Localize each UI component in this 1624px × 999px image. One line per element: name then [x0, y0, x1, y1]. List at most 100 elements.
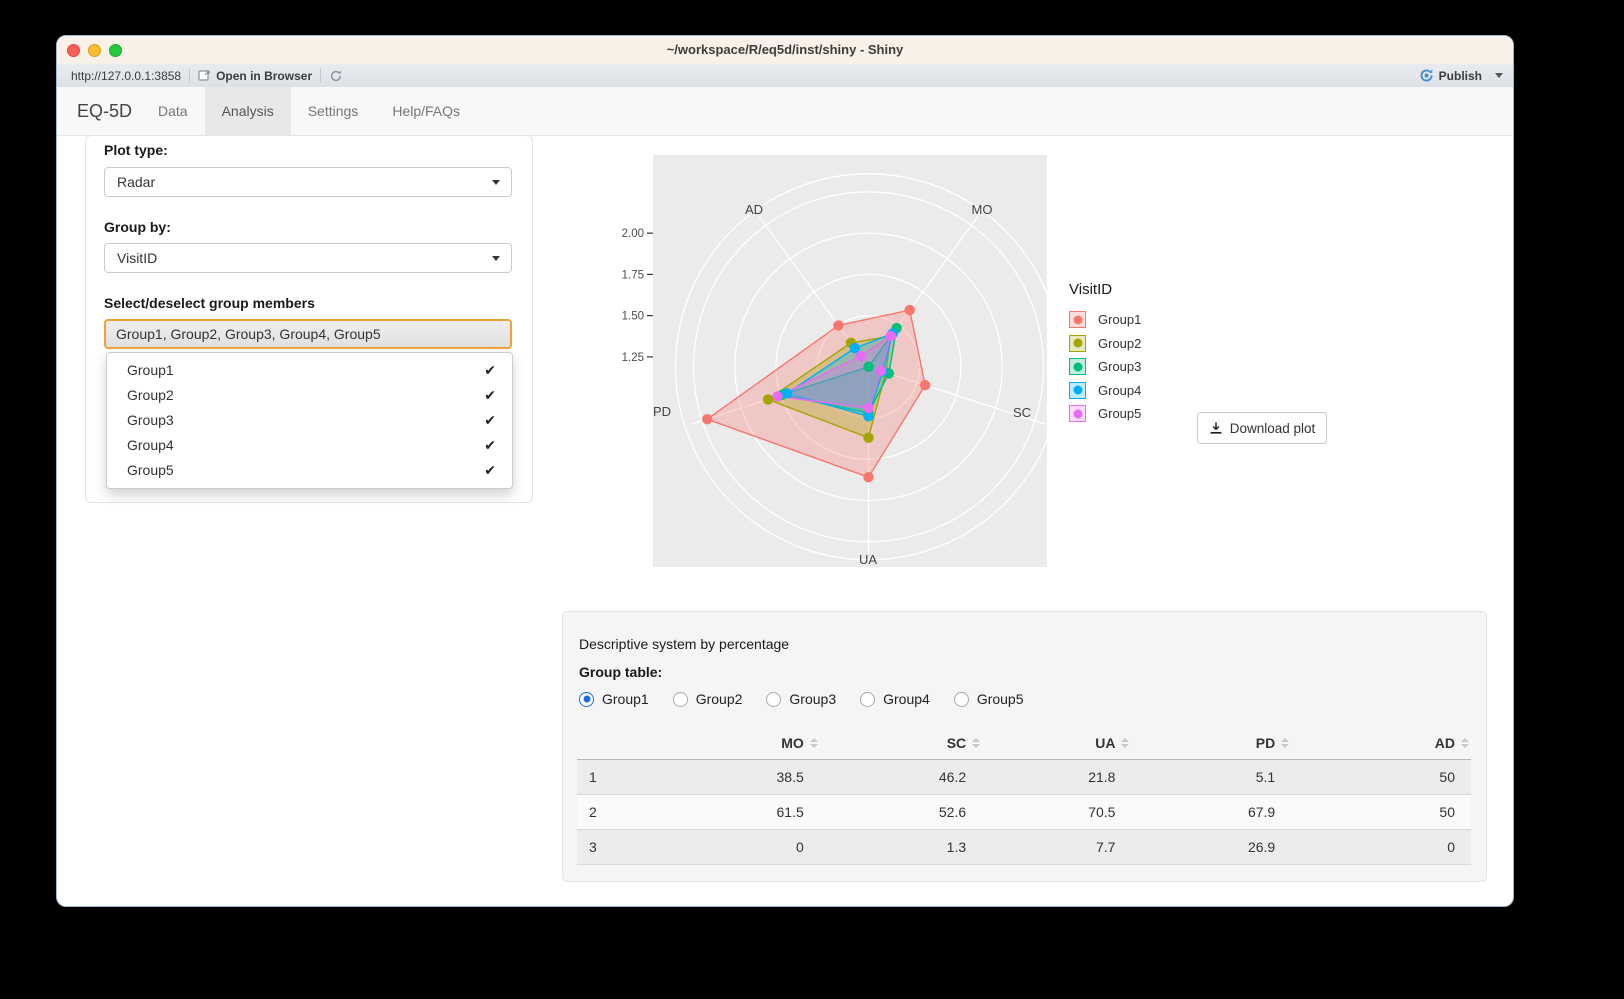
svg-text:1.50: 1.50 [622, 311, 644, 323]
axis-label-pd: PD [653, 404, 671, 419]
col-header-sc[interactable]: SC [820, 727, 982, 760]
legend-item: Group1 [1069, 308, 1141, 332]
radar-point [863, 433, 873, 443]
window-titlebar: ~/workspace/R/eq5d/inst/shiny - Shiny [57, 36, 1513, 65]
group-table-label: Group table: [579, 664, 662, 680]
sort-arrows-icon[interactable] [972, 738, 980, 750]
download-plot-button[interactable]: Download plot [1197, 412, 1327, 444]
plot-type-value: Radar [117, 174, 155, 190]
window-title: ~/workspace/R/eq5d/inst/shiny - Shiny [57, 36, 1513, 64]
dropdown-option-group2[interactable]: Group2✔ [107, 383, 512, 408]
download-icon [1209, 421, 1223, 435]
table-cell: 5.1 [1131, 760, 1291, 795]
sort-arrows-icon[interactable] [1281, 738, 1289, 750]
group-radio-row: Group1 Group2 Group3 Group4 Group5 [579, 691, 1048, 707]
col-header-pd[interactable]: PD [1131, 727, 1291, 760]
tab-data[interactable]: Data [141, 87, 205, 135]
table-cell: 26.9 [1131, 830, 1291, 865]
legend-item: Group3 [1069, 355, 1141, 379]
dropdown-option-group4[interactable]: Group4✔ [107, 433, 512, 458]
svg-text:2.00: 2.00 [622, 228, 644, 240]
group-by-value: VisitID [117, 250, 157, 266]
radio-group1[interactable]: Group1 [579, 691, 649, 707]
row-name-cell: 1 [577, 760, 630, 795]
plot-type-label: Plot type: [104, 142, 168, 158]
radar-point [772, 391, 782, 401]
group-by-select[interactable]: VisitID [104, 243, 512, 273]
radio-circle-icon[interactable] [673, 692, 688, 707]
plot-type-select[interactable]: Radar [104, 167, 512, 197]
table-cell: 67.9 [1131, 795, 1291, 830]
radio-group2[interactable]: Group2 [673, 691, 743, 707]
axis-label-sc: SC [1013, 405, 1031, 420]
radar-point [763, 394, 773, 404]
table-row: 261.552.670.567.950 [577, 795, 1471, 830]
svg-text:1.25: 1.25 [622, 352, 644, 364]
radar-point [702, 414, 712, 424]
radio-circle-icon[interactable] [954, 692, 969, 707]
legend-title: VisitID [1069, 281, 1141, 298]
radio-group5[interactable]: Group5 [954, 691, 1024, 707]
dropdown-option-group3[interactable]: Group3✔ [107, 408, 512, 433]
dropdown-option-group5[interactable]: Group5✔ [107, 458, 512, 483]
axis-label-mo: MO [972, 202, 993, 217]
app-brand: EQ-5D [77, 87, 132, 135]
sort-arrows-icon[interactable] [810, 738, 818, 750]
dropdown-option-group1[interactable]: Group1✔ [107, 358, 512, 383]
legend-swatch [1069, 335, 1086, 352]
radar-point [833, 320, 843, 330]
sort-arrows-icon[interactable] [1461, 738, 1469, 750]
open-in-browser-button[interactable]: Open in Browser [190, 69, 320, 83]
group-members-value: Group1, Group2, Group3, Group4, Group5 [116, 326, 381, 342]
col-header-mo[interactable]: MO [630, 727, 819, 760]
table-cell: 0 [630, 830, 819, 865]
radio-circle-icon[interactable] [860, 692, 875, 707]
nav-tabs: DataAnalysisSettingsHelp/FAQs [141, 87, 477, 135]
radio-circle-icon[interactable] [579, 692, 594, 707]
app-navbar: EQ-5D DataAnalysisSettingsHelp/FAQs [57, 87, 1513, 136]
axis-label-ad: AD [745, 202, 763, 217]
legend-swatch [1069, 358, 1086, 375]
check-icon: ✔ [484, 358, 496, 383]
publish-icon [1419, 68, 1434, 83]
legend-item: Group2 [1069, 332, 1141, 356]
tab-analysis[interactable]: Analysis [205, 87, 291, 135]
radio-group3[interactable]: Group3 [766, 691, 836, 707]
tab-settings[interactable]: Settings [291, 87, 376, 135]
group-members-multiselect[interactable]: Group1, Group2, Group3, Group4, Group5 [104, 319, 512, 349]
group-members-label: Select/deselect group members [104, 295, 315, 311]
radar-chart: 2.001.751.501.25MOSCUAPDAD [601, 141, 1051, 576]
check-icon: ✔ [484, 383, 496, 408]
table-cell: 38.5 [630, 760, 819, 795]
legend-item: Group4 [1069, 379, 1141, 403]
table-cell: 61.5 [630, 795, 819, 830]
publish-button[interactable]: Publish [1411, 68, 1490, 83]
svg-text:1.75: 1.75 [622, 269, 644, 281]
legend-label: Group3 [1098, 359, 1141, 374]
col-header-ua[interactable]: UA [982, 727, 1131, 760]
radar-point [856, 351, 866, 361]
group-members-dropdown: Group1✔Group2✔Group3✔Group4✔Group5✔ [106, 352, 513, 489]
app-url: http://127.0.0.1:3858 [63, 69, 189, 83]
radar-point [863, 362, 873, 372]
legend-label: Group4 [1098, 383, 1141, 398]
reload-app-button[interactable] [321, 69, 351, 83]
table-cell: 50 [1291, 795, 1471, 830]
summary-title: Descriptive system by percentage [579, 636, 789, 652]
publish-menu-caret-icon[interactable] [1495, 73, 1503, 78]
sort-arrows-icon[interactable] [1121, 738, 1129, 750]
chart-legend: VisitID Group1Group2Group3Group4Group5 [1069, 281, 1141, 426]
radar-point [876, 366, 886, 376]
shiny-toolbar: http://127.0.0.1:3858 Open in Browser Pu… [57, 64, 1513, 88]
desktop-background: ~/workspace/R/eq5d/inst/shiny - Shiny ht… [0, 0, 1624, 999]
radio-circle-icon[interactable] [766, 692, 781, 707]
check-icon: ✔ [484, 433, 496, 458]
chevron-down-icon [492, 180, 500, 185]
radar-point [886, 331, 896, 341]
tab-help-faqs[interactable]: Help/FAQs [375, 87, 477, 135]
legend-swatch [1069, 311, 1086, 328]
radio-group4[interactable]: Group4 [860, 691, 930, 707]
col-header-ad[interactable]: AD [1291, 727, 1471, 760]
check-icon: ✔ [484, 408, 496, 433]
row-name-cell: 2 [577, 795, 630, 830]
